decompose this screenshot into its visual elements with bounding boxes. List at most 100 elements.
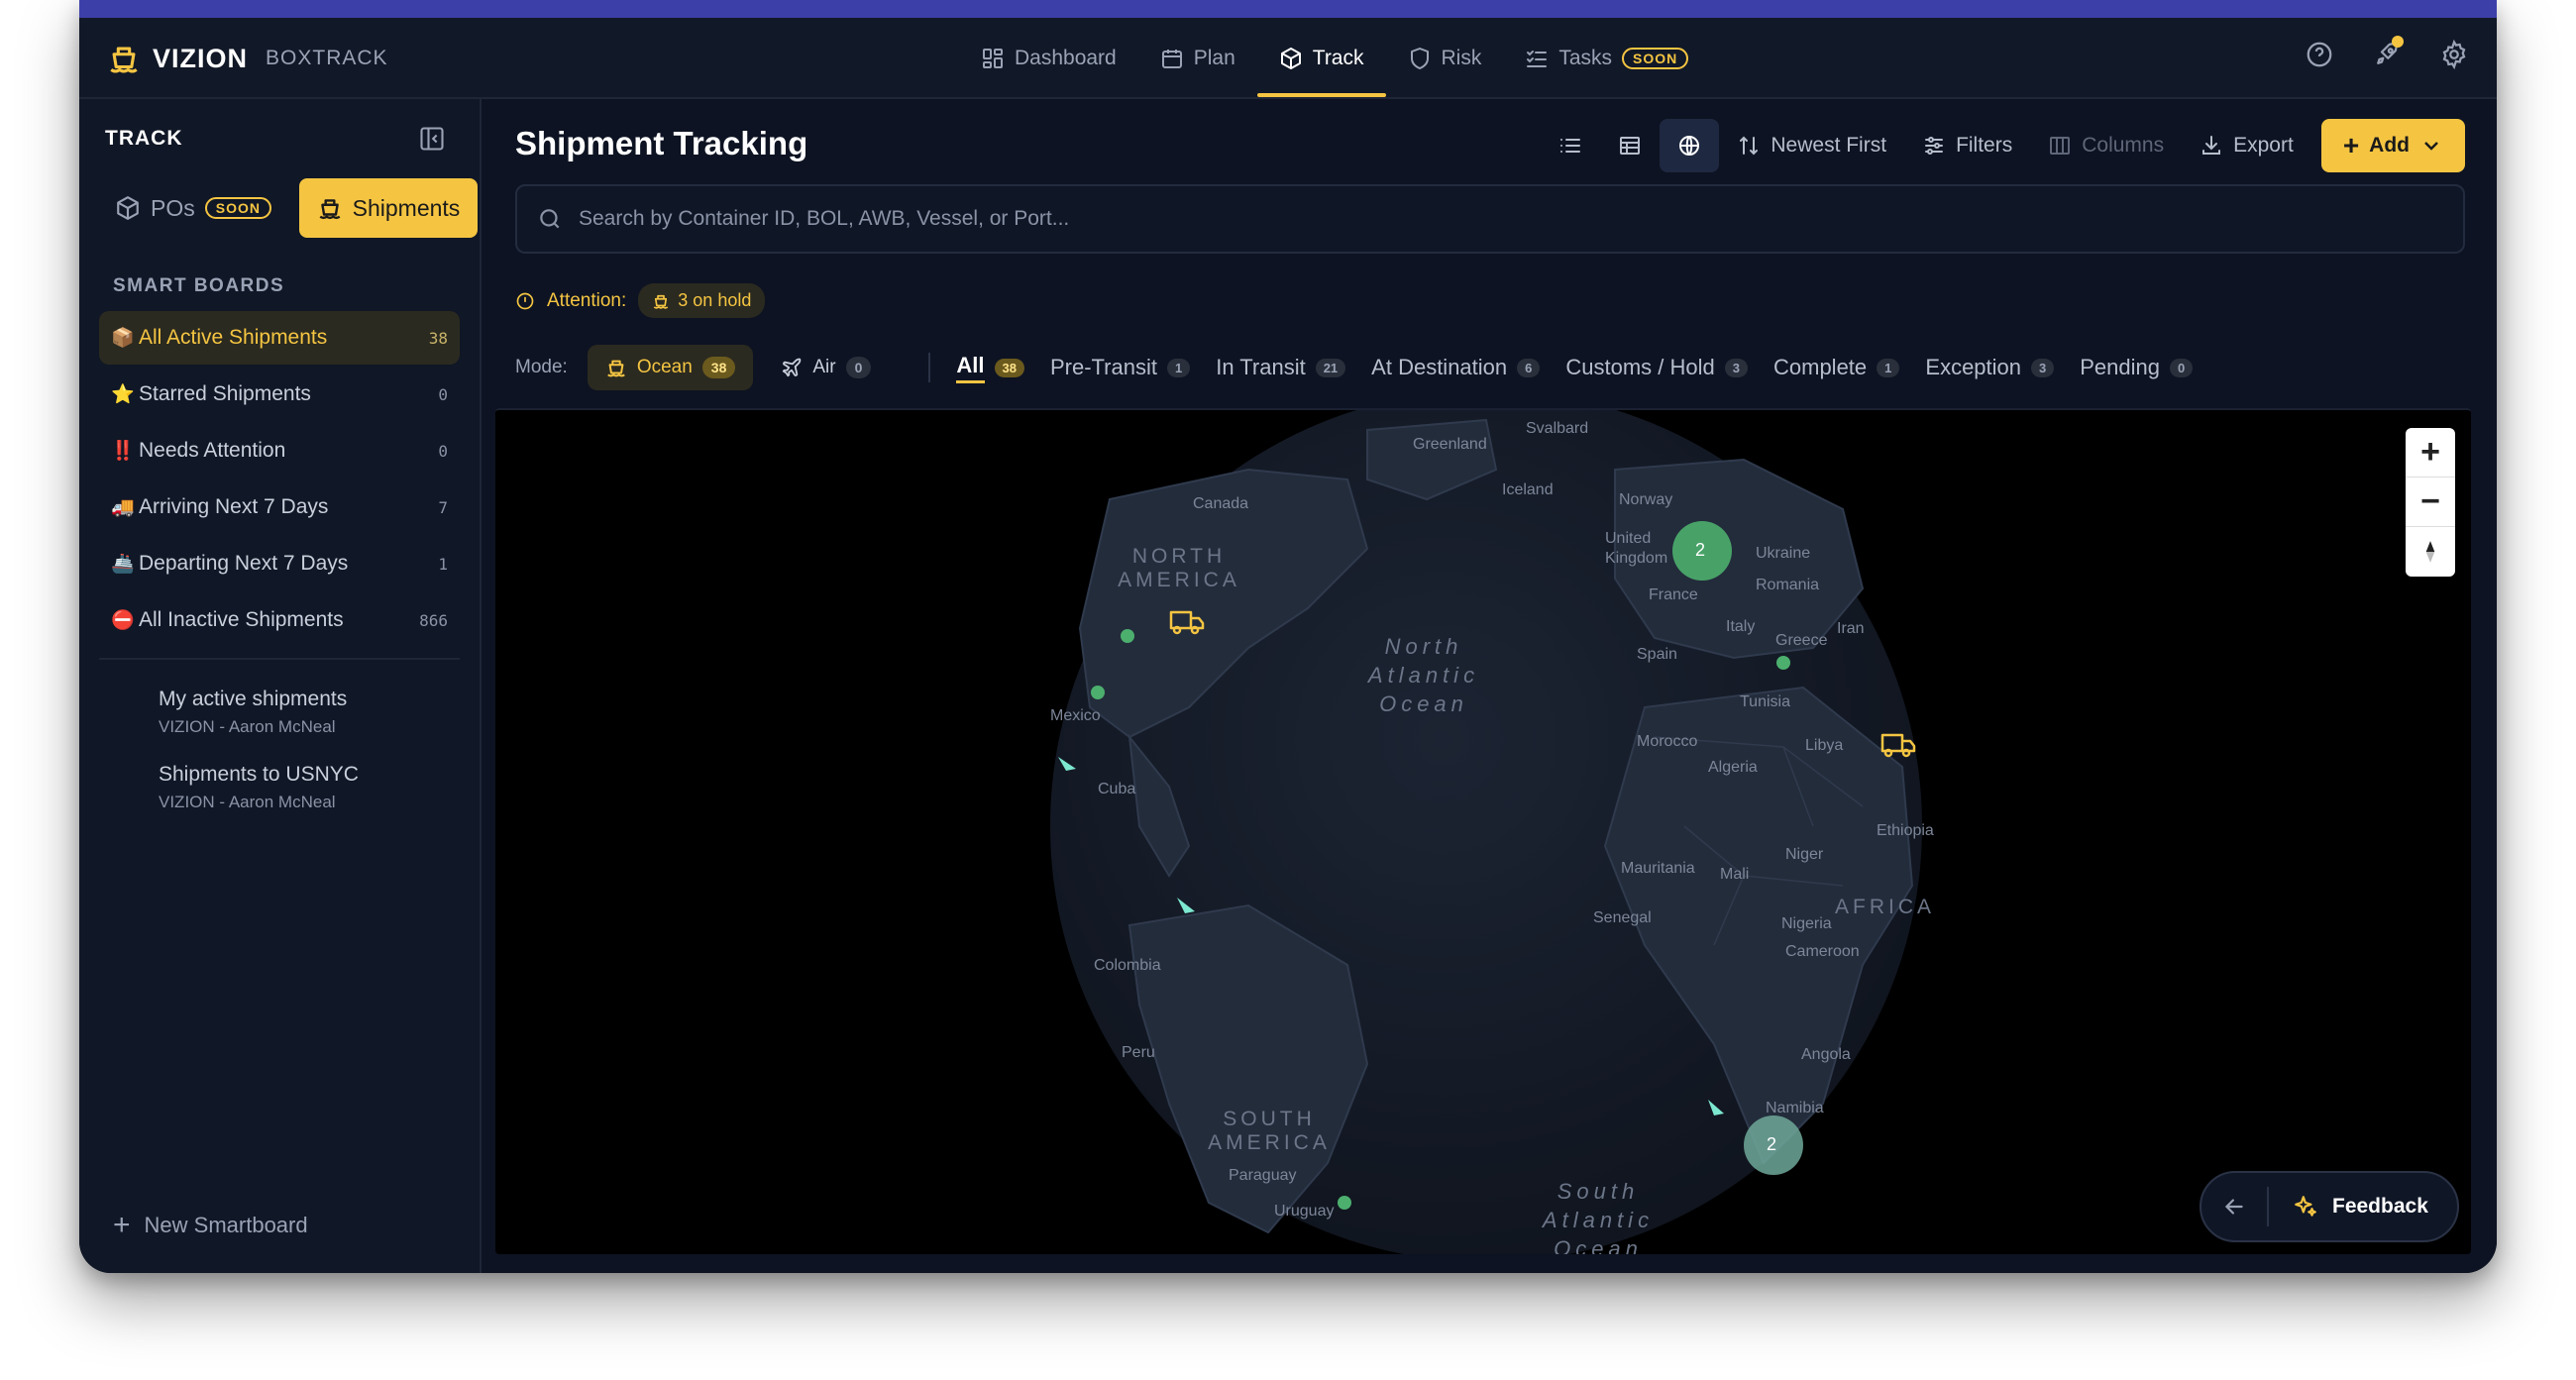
list-view-button[interactable]: [1541, 119, 1600, 172]
table-view-button[interactable]: [1600, 119, 1660, 172]
vizion-logo-icon: [110, 47, 138, 73]
sidebar-divider: [99, 658, 460, 660]
board-count: 1: [438, 554, 448, 574]
columns-icon: [2050, 137, 2071, 155]
status-tab-complete[interactable]: Complete 1: [1773, 355, 1900, 380]
status-tab-customs-hold[interactable]: Customs / Hold 3: [1565, 355, 1748, 380]
mode-air-count: 0: [845, 357, 872, 378]
nav-plan[interactable]: Plan: [1138, 18, 1257, 99]
collapse-feedback-button[interactable]: [2201, 1187, 2269, 1226]
download-icon: [2202, 136, 2221, 155]
vessel-dot[interactable]: [1091, 686, 1105, 699]
map-label-nigeria: Nigeria: [1781, 915, 1832, 932]
cluster-count: 2: [1767, 1134, 1777, 1154]
board-label: Starred Shipments: [139, 382, 311, 405]
calendar-icon: [1161, 50, 1182, 68]
export-label: Export: [2233, 134, 2294, 157]
zoom-out-button[interactable]: −: [2406, 478, 2455, 527]
pos-shipments-toggle: POs SOON Shipments: [99, 178, 478, 238]
mode-status-filters: Mode: Ocean 38 Air 0 All 38 Pre-Transit …: [515, 345, 2218, 390]
top-navbar: VIZION BOXTRACK Dashboard Plan Track Ris…: [79, 18, 2497, 99]
plus-icon: +: [2342, 130, 2360, 160]
filters-button[interactable]: Filters: [1904, 119, 2030, 172]
on-hold-pill[interactable]: 3 on hold: [638, 283, 766, 318]
board-all-active[interactable]: 📦 All Active Shipments 38: [99, 311, 460, 365]
new-smartboard-label: New Smartboard: [144, 1213, 308, 1237]
board-label: Departing Next 7 Days: [139, 552, 349, 575]
add-button[interactable]: + Add: [2320, 119, 2465, 172]
sort-button[interactable]: Newest First: [1719, 119, 1904, 172]
nav-risk[interactable]: Risk: [1386, 18, 1504, 99]
status-tab-count: 1: [1877, 358, 1900, 377]
map-label-cameroon: Cameroon: [1785, 943, 1860, 960]
shield-icon: [1410, 48, 1429, 69]
status-tab-all[interactable]: All 38: [956, 353, 1024, 383]
feedback-button[interactable]: Feedback: [2269, 1194, 2428, 1220]
globe-map[interactable]: 2 2 Greenland Svalbard Canada Iceland No…: [495, 408, 2471, 1254]
status-tab-count: 38: [994, 358, 1024, 377]
nav-label: Plan: [1193, 47, 1235, 69]
nav-tasks[interactable]: Tasks SOON: [1503, 18, 1710, 99]
board-count: 38: [428, 328, 448, 348]
settings-gear-icon[interactable]: [2439, 40, 2469, 69]
pos-toggle-button[interactable]: POs SOON: [99, 178, 287, 238]
help-icon[interactable]: [2305, 40, 2334, 69]
on-hold-label: 3 on hold: [678, 290, 752, 310]
plus-icon: +: [113, 1209, 131, 1241]
status-tab-count: 6: [1517, 358, 1541, 377]
board-arriving[interactable]: 🚚 Arriving Next 7 Days 7: [99, 480, 460, 534]
dashboard-icon: [983, 49, 1003, 68]
globe-icon: [1679, 136, 1700, 156]
map-label-mali: Mali: [1720, 866, 1750, 883]
top-accent-bar: [79, 0, 2497, 18]
alert-circle-icon: [516, 292, 534, 309]
board-label: All Inactive Shipments: [139, 608, 344, 631]
board-departing[interactable]: 🚢 Departing Next 7 Days 1: [99, 537, 460, 590]
board-needs-attention[interactable]: ‼️ Needs Attention 0: [99, 424, 460, 478]
plane-icon: [783, 358, 802, 377]
collapse-sidebar-icon[interactable]: [418, 125, 446, 153]
vessel-dot[interactable]: [1338, 1196, 1351, 1210]
status-tab-pre-transit[interactable]: Pre-Transit 1: [1050, 355, 1191, 380]
notifications-button[interactable]: [2372, 36, 2404, 69]
columns-button[interactable]: Columns: [2030, 119, 2182, 172]
ship-icon: [654, 294, 669, 309]
filter-divider: [928, 353, 931, 382]
map-label-south-atlantic: South Atlantic Ocean: [1542, 1179, 1655, 1254]
shipments-toggle-button[interactable]: Shipments: [298, 178, 478, 238]
board-starred[interactable]: ⭐ Starred Shipments 0: [99, 368, 460, 421]
feedback-widget: Feedback: [2200, 1171, 2459, 1242]
nav-track[interactable]: Track: [1256, 18, 1386, 99]
box-icon: [117, 196, 139, 220]
sort-label: Newest First: [1771, 134, 1887, 157]
status-tab-in-transit[interactable]: In Transit 21: [1216, 355, 1346, 380]
app-window: VIZION BOXTRACK Dashboard Plan Track Ris…: [79, 0, 2497, 1273]
status-tab-label: At Destination: [1371, 355, 1508, 379]
reset-north-button[interactable]: [2406, 527, 2455, 577]
saved-view-item[interactable]: Shipments to USNYC VIZION - Aaron McNeal: [159, 763, 359, 812]
sidebar-heading: TRACK: [105, 127, 183, 150]
status-tab-at-destination[interactable]: At Destination 6: [1371, 355, 1541, 380]
export-button[interactable]: Export: [2182, 119, 2311, 172]
nav-label: Risk: [1441, 47, 1482, 69]
new-smartboard-button[interactable]: + New Smartboard: [113, 1209, 308, 1241]
saved-view-item[interactable]: My active shipments VIZION - Aaron McNea…: [159, 688, 359, 737]
map-label-senegal: Senegal: [1593, 909, 1652, 926]
zoom-in-button[interactable]: +: [2406, 428, 2455, 478]
board-count: 0: [438, 441, 448, 461]
status-tab-pending[interactable]: Pending 0: [2080, 355, 2194, 380]
map-label-tunisia: Tunisia: [1740, 693, 1790, 710]
brand[interactable]: VIZION BOXTRACK: [107, 42, 388, 75]
attention-row: Attention: 3 on hold: [515, 283, 766, 318]
map-label-angola: Angola: [1801, 1046, 1851, 1063]
vessel-dot[interactable]: [1121, 629, 1134, 643]
mode-air-button[interactable]: Air 0: [763, 345, 889, 390]
vessel-dot[interactable]: [1776, 656, 1790, 670]
map-label-spain: Spain: [1637, 646, 1677, 663]
mode-ocean-button[interactable]: Ocean 38: [587, 345, 754, 390]
search-input[interactable]: [579, 207, 2362, 231]
globe-view-button[interactable]: [1660, 119, 1720, 172]
nav-dashboard[interactable]: Dashboard: [959, 18, 1138, 99]
status-tab-exception[interactable]: Exception 3: [1925, 355, 2055, 380]
board-all-inactive[interactable]: ⛔ All Inactive Shipments 866: [99, 593, 460, 647]
